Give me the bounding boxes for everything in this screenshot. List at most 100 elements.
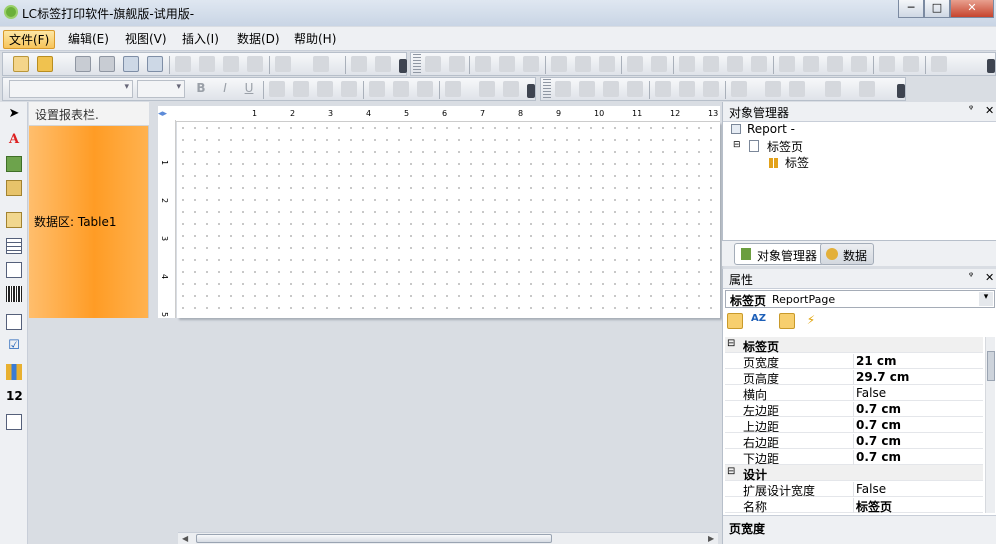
property-row[interactable]: 页宽度 21 cm <box>725 353 983 370</box>
vspace-equal-icon[interactable] <box>779 56 795 72</box>
property-row[interactable]: 名称 标签页 <box>725 497 983 514</box>
text-align-left-icon[interactable] <box>269 81 285 97</box>
pointer-tool-icon[interactable]: ➤ <box>6 106 22 122</box>
space-increase-icon[interactable] <box>703 56 719 72</box>
align-left-icon[interactable] <box>475 56 491 72</box>
property-row[interactable]: 上边距 0.7 cm <box>725 417 983 434</box>
group-icon[interactable] <box>351 56 367 72</box>
collapse-icon[interactable]: ⊟ <box>727 338 735 349</box>
center-in-band-vertical-icon[interactable] <box>903 56 919 72</box>
close-window-button[interactable]: ✕ <box>950 0 994 18</box>
pin-icon[interactable]: ᵠ <box>969 104 973 115</box>
close-panel-icon[interactable]: ✕ <box>985 104 994 117</box>
maximize-button[interactable]: □ <box>924 0 950 18</box>
property-value[interactable]: 0.7 cm <box>853 402 983 417</box>
ruler-toggle-icon[interactable]: ◂▸ <box>158 109 167 119</box>
ungroup-icon[interactable] <box>375 56 391 72</box>
property-value[interactable]: 29.7 cm <box>853 370 983 385</box>
valign-top-icon[interactable] <box>369 81 385 97</box>
richtext-tool-icon[interactable] <box>6 262 22 278</box>
bring-to-front-icon[interactable] <box>931 56 947 72</box>
save-all-icon[interactable] <box>99 56 115 72</box>
italic-icon[interactable]: I <box>217 81 233 97</box>
rotate-text-icon[interactable] <box>503 81 519 97</box>
scroll-thumb[interactable] <box>196 534 552 543</box>
property-row[interactable]: 横向 False <box>725 385 983 402</box>
same-height-icon[interactable] <box>651 56 667 72</box>
align-center-vertical-icon[interactable] <box>449 56 465 72</box>
border-left-icon[interactable] <box>603 81 619 97</box>
same-width-icon[interactable] <box>627 56 643 72</box>
property-row[interactable]: 下边距 0.7 cm <box>725 449 983 466</box>
table-tool-icon[interactable] <box>6 238 22 254</box>
frame-icon[interactable] <box>765 81 781 97</box>
text-justify-icon[interactable] <box>341 81 357 97</box>
border-top-icon[interactable] <box>555 81 571 97</box>
line-style-icon[interactable] <box>859 81 875 97</box>
property-row[interactable]: 扩展设计宽度 False <box>725 481 983 498</box>
font-size-dropdown[interactable] <box>137 80 185 98</box>
border-all-icon[interactable] <box>655 81 671 97</box>
align-right-icon[interactable] <box>523 56 539 72</box>
shadow-icon[interactable] <box>703 81 719 97</box>
close-panel-icon[interactable]: ✕ <box>985 271 994 284</box>
properties-scrollbar[interactable] <box>985 337 995 513</box>
object-selector-dropdown[interactable]: 标签页 ReportPage ▾ <box>725 290 995 308</box>
tree-item-page[interactable]: 标签页 <box>767 138 803 155</box>
property-value[interactable]: False <box>853 386 983 401</box>
menu-file[interactable]: 文件(F) <box>3 30 56 49</box>
scroll-left-icon[interactable]: ◀ <box>182 534 188 543</box>
menu-view[interactable]: 视图(V) <box>120 30 172 49</box>
pin-icon[interactable]: ᵠ <box>969 271 973 282</box>
collapse-icon[interactable]: ⊟ <box>727 466 735 477</box>
subreport-tool-icon[interactable] <box>6 212 22 228</box>
data-band[interactable]: 数据区: Table1 <box>29 126 149 318</box>
toolbar-overflow-icon[interactable] <box>897 84 905 98</box>
barcode-tool-icon[interactable] <box>6 286 22 302</box>
properties-view-icon[interactable] <box>779 313 795 329</box>
highlight-icon[interactable] <box>479 81 495 97</box>
tree-item-report[interactable]: Report - <box>747 122 795 136</box>
property-value[interactable]: 0.7 cm <box>853 418 983 433</box>
toolbar-overflow-icon[interactable] <box>527 84 535 98</box>
align-center-horizontal-icon[interactable] <box>425 56 441 72</box>
band-panel-header[interactable]: 设置报表栏. <box>29 102 149 126</box>
text-tool-icon[interactable]: A <box>6 132 22 148</box>
valign-bottom-icon[interactable] <box>417 81 433 97</box>
categorized-icon[interactable] <box>727 313 743 329</box>
align-top-icon[interactable] <box>551 56 567 72</box>
collapse-icon[interactable]: ⊟ <box>733 140 741 150</box>
vspace-decrease-icon[interactable] <box>827 56 843 72</box>
chart-tool-icon[interactable] <box>6 364 22 380</box>
fill-color-icon[interactable] <box>731 81 747 97</box>
scroll-right-icon[interactable]: ▶ <box>708 534 714 543</box>
checkbox-tool-icon[interactable]: ☑ <box>6 338 22 354</box>
menu-edit[interactable]: 编辑(E) <box>63 30 114 49</box>
center-in-band-horizontal-icon[interactable] <box>879 56 895 72</box>
picture-tool-icon[interactable] <box>6 156 22 172</box>
vspace-increase-icon[interactable] <box>803 56 819 72</box>
page-setup-icon[interactable] <box>147 56 163 72</box>
chevron-down-icon[interactable]: ▾ <box>979 292 993 306</box>
toolbar-overflow-icon[interactable] <box>987 59 995 73</box>
property-value[interactable]: 0.7 cm <box>853 434 983 449</box>
horizontal-scrollbar[interactable]: ◀ ▶ <box>178 532 718 544</box>
vspace-remove-icon[interactable] <box>851 56 867 72</box>
align-center-icon[interactable] <box>499 56 515 72</box>
paste-icon[interactable] <box>223 56 239 72</box>
align-middle-icon[interactable] <box>575 56 591 72</box>
border-bottom-icon[interactable] <box>579 81 595 97</box>
line-color-icon[interactable] <box>789 81 805 97</box>
zipcode-tool-icon[interactable] <box>6 414 22 430</box>
border-none-icon[interactable] <box>679 81 695 97</box>
label-design-page[interactable] <box>177 122 720 318</box>
tab-data[interactable]: 数据 <box>820 243 875 265</box>
property-row[interactable]: 左边距 0.7 cm <box>725 401 983 418</box>
open-folder-icon[interactable] <box>37 56 53 72</box>
bold-icon[interactable]: B <box>193 81 209 97</box>
redo-icon[interactable] <box>313 56 329 72</box>
menu-data[interactable]: 数据(D) <box>232 30 285 49</box>
format-painter-icon[interactable] <box>247 56 263 72</box>
property-value[interactable]: 0.7 cm <box>853 450 983 465</box>
scroll-thumb[interactable] <box>987 351 995 381</box>
